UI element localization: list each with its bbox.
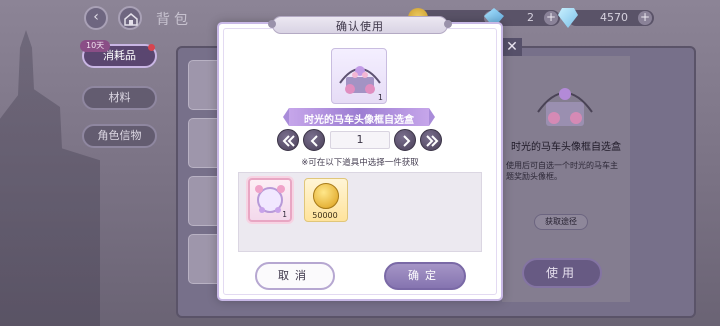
item-name: 时光的马车头像框自选盒	[304, 115, 414, 126]
sidebar-item-character-tokens[interactable]: 角色信物	[82, 124, 157, 148]
chevron-right-icon	[403, 135, 411, 147]
add-diamond-button[interactable]: +	[638, 11, 652, 25]
home-button[interactable]	[118, 6, 142, 30]
use-button[interactable]: 使用	[522, 258, 602, 288]
chevron-left-icon	[310, 135, 318, 147]
confirm-button[interactable]: 确定	[384, 262, 466, 290]
detail-item-name: 时光的马车头像框自选盒	[511, 142, 621, 153]
close-icon[interactable]: ✕	[502, 38, 522, 56]
get-path-button[interactable]: 获取途径	[534, 214, 588, 230]
detail-item-description: 使用后可自选一个时光的马车主题奖励头像框。	[506, 161, 618, 181]
item-name-ribbon: 时光的马车头像框自选盒	[283, 108, 435, 126]
decrease-quantity-button[interactable]	[303, 129, 325, 151]
dialog-title: 确认使用	[336, 20, 384, 33]
option-count: 1	[282, 210, 287, 219]
dialog-header: 确认使用	[264, 14, 456, 36]
item-icon: 1	[331, 48, 387, 104]
option-count: 50000	[312, 211, 338, 220]
back-button[interactable]: ‹	[84, 6, 108, 30]
currency-diamond: 4570 +	[558, 8, 654, 28]
currency-diamond-value: 4570	[600, 11, 628, 24]
coin-icon	[313, 183, 339, 209]
max-quantity-button[interactable]	[420, 129, 442, 151]
sidebar-item-label: 材料	[108, 91, 131, 104]
sidebar-item-label: 角色信物	[97, 129, 142, 142]
add-gem-button[interactable]: +	[544, 11, 558, 25]
currency-gem-value: 2	[527, 11, 534, 24]
sidebar-item-label: 消耗品	[103, 49, 136, 62]
option-coin[interactable]: 50000	[304, 178, 348, 222]
diamond-icon	[558, 8, 578, 28]
page-title: 背包	[156, 12, 192, 28]
double-chevron-right-icon	[426, 135, 439, 147]
double-chevron-left-icon	[282, 135, 295, 147]
back-arrow-icon: ‹	[93, 9, 99, 25]
sidebar-item-materials[interactable]: 材料	[82, 86, 157, 110]
currency-gem: 2 +	[484, 8, 560, 28]
quantity-input[interactable]: 1	[330, 131, 390, 149]
time-limit-badge: 10天	[80, 40, 111, 52]
frame-box-image	[537, 88, 593, 126]
min-quantity-button[interactable]	[277, 129, 299, 151]
increase-quantity-button[interactable]	[394, 129, 416, 151]
home-icon	[124, 13, 138, 26]
option-frame[interactable]: 1	[248, 178, 292, 222]
item-count: 1	[377, 93, 383, 102]
cancel-button[interactable]: 取消	[255, 262, 335, 290]
selection-note: ※可在以下道具中选择一件获取	[301, 158, 419, 168]
notification-dot	[148, 44, 155, 51]
